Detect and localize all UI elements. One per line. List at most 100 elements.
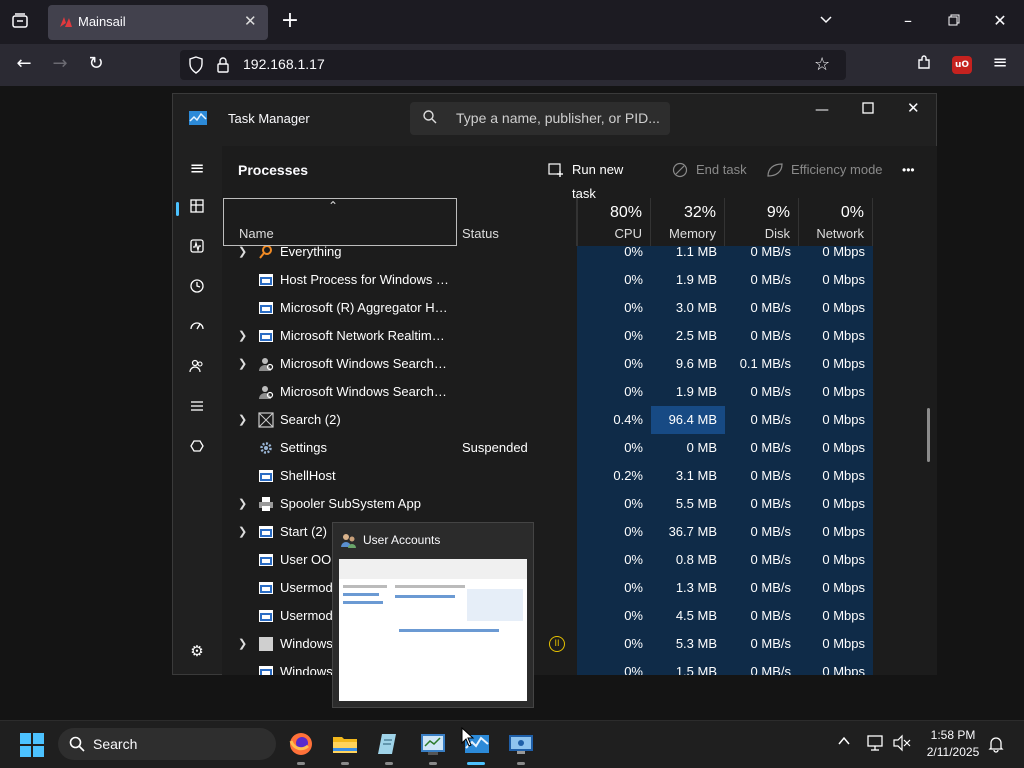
scrollbar-thumb[interactable] xyxy=(927,408,930,462)
disk-column-header[interactable]: 9% Disk xyxy=(725,198,799,246)
table-row[interactable]: Settings Suspended 0% 0 MB 0 MB/s 0 Mbps xyxy=(222,434,937,462)
process-memory: 1.1 MB xyxy=(651,246,725,266)
status-column-header[interactable]: Status xyxy=(458,198,577,246)
tab-list-icon[interactable] xyxy=(10,12,30,35)
process-name: Microsoft (R) Aggregator Host xyxy=(280,300,450,315)
process-cpu: 0% xyxy=(577,574,651,602)
taskbar-search-box[interactable]: Search xyxy=(58,728,276,760)
table-row[interactable]: ShellHost 0.2% 3.1 MB 0 MB/s 0 Mbps xyxy=(222,462,937,490)
process-cpu: 0% xyxy=(577,294,651,322)
minimize-icon[interactable]: — xyxy=(815,102,829,118)
end-task-button[interactable]: End task xyxy=(672,158,747,182)
volume-muted-icon[interactable] xyxy=(892,734,912,756)
startup-apps-icon[interactable] xyxy=(185,317,209,341)
expand-chevron-icon[interactable]: ❯ xyxy=(238,630,250,658)
history-icon[interactable] xyxy=(185,277,209,301)
lock-icon[interactable] xyxy=(216,56,230,78)
chevron-down-icon[interactable] xyxy=(816,12,836,33)
extensions-icon[interactable] xyxy=(914,54,934,77)
process-network: 0 Mbps xyxy=(799,462,873,490)
table-row[interactable]: Windows Host 0% 1.5 MB 0 MB/s 0 Mbps xyxy=(222,658,937,675)
services-icon[interactable] xyxy=(185,437,209,461)
process-status xyxy=(462,294,572,322)
reload-icon[interactable]: ↻ xyxy=(86,54,106,74)
url-text[interactable]: 192.168.1.17 xyxy=(243,56,325,72)
table-row[interactable]: Microsoft Windows Search Pr... 0% 1.9 MB 0 … xyxy=(222,378,937,406)
close-icon[interactable]: ✕ xyxy=(907,99,920,117)
process-disk: 0 MB/s xyxy=(725,490,799,518)
windows-start-icon[interactable] xyxy=(20,733,44,757)
memory-column-header[interactable]: 32% Memory xyxy=(651,198,725,246)
taskbar-thumbnail-preview[interactable]: User Accounts xyxy=(332,522,534,708)
notepad-icon[interactable] xyxy=(376,731,402,757)
process-status xyxy=(462,490,572,518)
control-panel-icon[interactable] xyxy=(420,731,446,757)
notification-bell-icon[interactable] xyxy=(988,735,1004,757)
process-search-input[interactable]: Type a name, publisher, or PID... xyxy=(410,102,670,135)
table-row[interactable]: Usermode Font Driver Host0%4.5 MB0 MB/s0… xyxy=(222,602,937,630)
process-cpu: 0% xyxy=(577,266,651,294)
table-row[interactable]: ❯ Everything 0% 1.1 MB 0 MB/s 0 Mbps xyxy=(222,246,937,266)
back-arrow-icon[interactable]: ← xyxy=(14,54,34,74)
bookmark-star-icon[interactable]: ☆ xyxy=(814,54,830,75)
expand-chevron-icon[interactable]: ❯ xyxy=(238,246,250,266)
ublock-shield-icon[interactable]: uO xyxy=(952,56,972,74)
hamburger-icon[interactable]: ≡ xyxy=(185,157,209,181)
table-row[interactable]: ❯ Microsoft Windows Search In... 0% 9.6 MB 0… xyxy=(222,350,937,378)
url-bar[interactable]: 192.168.1.17 ☆ xyxy=(180,50,846,80)
table-row[interactable]: ❯ Microsoft Network Realtime I... 0% 2.5 MB… xyxy=(222,322,937,350)
minimize-window-icon[interactable]: – xyxy=(898,11,918,31)
process-memory: 3.1 MB xyxy=(651,462,725,490)
new-tab-icon[interactable]: + xyxy=(280,10,300,32)
browser-tab[interactable]: Mainsail ✕ xyxy=(48,5,268,40)
efficiency-mode-button[interactable]: Efficiency mode xyxy=(766,158,896,182)
process-status xyxy=(462,462,572,490)
process-cpu: 0% xyxy=(577,378,651,406)
expand-chevron-icon[interactable]: ❯ xyxy=(238,490,250,518)
process-disk: 0 MB/s xyxy=(725,266,799,294)
process-disk: 0 MB/s xyxy=(725,602,799,630)
restore-window-icon[interactable] xyxy=(944,12,964,32)
table-row[interactable]: Microsoft (R) Aggregator Host 0% 3.0 MB 0 M… xyxy=(222,294,937,322)
hamburger-menu-icon[interactable]: ≡ xyxy=(990,53,1010,73)
settings-gear-icon[interactable]: ⚙ xyxy=(185,639,209,663)
firefox-icon[interactable] xyxy=(288,731,314,757)
processes-icon[interactable] xyxy=(185,197,209,221)
gear-icon xyxy=(258,440,274,456)
cpu-column-header[interactable]: 80% CPU xyxy=(577,198,651,246)
expand-chevron-icon[interactable]: ❯ xyxy=(238,518,250,546)
chevron-up-icon[interactable] xyxy=(836,733,852,753)
details-icon[interactable] xyxy=(185,397,209,421)
table-row[interactable]: ❯ Search (2) 0.4% 96.4 MB 0 MB/s 0 Mbps xyxy=(222,406,937,434)
close-window-icon[interactable]: ✕ xyxy=(990,11,1010,31)
table-row[interactable]: Host Process for Windows Tasks0%1.9 MB0 … xyxy=(222,266,937,294)
process-name: Search (2) xyxy=(280,412,341,427)
performance-icon[interactable] xyxy=(185,237,209,261)
remote-desktop-icon[interactable] xyxy=(508,731,534,757)
expand-chevron-icon[interactable]: ❯ xyxy=(238,350,250,378)
more-options-icon[interactable]: ••• xyxy=(902,158,915,182)
tracking-shield-icon[interactable] xyxy=(188,56,204,78)
preview-line xyxy=(395,585,465,588)
network-column-header[interactable]: 0% Network xyxy=(799,198,873,246)
table-row[interactable]: ❯Windows ExplorerII0%5.3 MB0 MB/s0 Mbps xyxy=(222,630,937,658)
table-row[interactable]: ❯ Start (2) 0% 36.7 MB 0 MB/s 0 Mbps xyxy=(222,518,937,546)
table-row[interactable]: User OOBE Broker0%0.8 MB0 MB/s0 Mbps xyxy=(222,546,937,574)
close-tab-icon[interactable]: ✕ xyxy=(244,12,257,30)
clock-date[interactable]: 2/11/2025 xyxy=(920,745,986,759)
file-explorer-icon[interactable] xyxy=(332,731,358,757)
network-icon[interactable] xyxy=(866,734,886,756)
forward-arrow-icon[interactable]: → xyxy=(50,54,70,74)
maximize-icon[interactable] xyxy=(861,100,875,119)
table-row[interactable]: ❯ Spooler SubSystem App 0% 5.5 MB 0 MB/s 0 Mb… xyxy=(222,490,937,518)
preview-line xyxy=(343,593,379,596)
table-row[interactable]: Usermode Font Driver Host0%1.3 MB0 MB/s0… xyxy=(222,574,937,602)
expand-chevron-icon[interactable]: ❯ xyxy=(238,322,250,350)
search-icon xyxy=(68,735,86,757)
name-column-header[interactable]: ⌃ Name xyxy=(223,198,457,246)
run-new-task-button[interactable]: Run new task xyxy=(548,158,648,201)
process-memory: 36.7 MB xyxy=(651,518,725,546)
users-icon[interactable] xyxy=(185,357,209,381)
expand-chevron-icon[interactable]: ❯ xyxy=(238,406,250,434)
clock-time[interactable]: 1:58 PM xyxy=(924,728,982,742)
